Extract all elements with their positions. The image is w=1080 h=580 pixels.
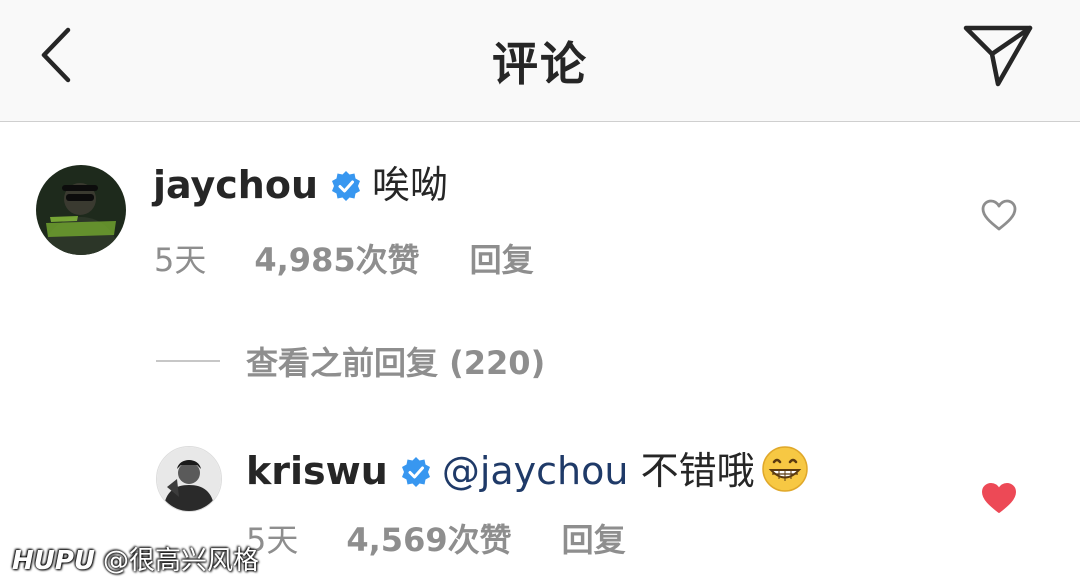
view-previous-replies[interactable]: 查看之前回复 (220) [156,338,545,384]
avatar-image [36,165,126,255]
watermark-brand: HUPU [12,546,96,576]
grinning-face-icon [761,445,809,493]
divider-line [156,360,220,362]
avatar-jaychou[interactable] [36,165,126,255]
comment-username[interactable]: jaychou [153,163,318,207]
comment-1-body: jaychou 唉呦 [153,163,448,207]
verified-badge-icon [330,167,362,201]
comment-time: 5天 [154,241,207,279]
heart-outline-icon [981,199,1017,231]
comment-text: 唉呦 [372,163,449,207]
share-button[interactable] [962,22,1034,88]
like-button[interactable] [980,481,1018,519]
comment-likes[interactable]: 4,985次赞 [254,235,419,281]
watermark-handle: @很高兴风格 [103,546,260,576]
comment-2-meta: 5天 4,569次赞 回复 [246,515,626,561]
reply-button[interactable]: 回复 [562,515,626,561]
reply-button[interactable]: 回复 [470,235,534,281]
comment-1-meta: 5天 4,985次赞 回复 [154,235,534,281]
verified-badge-icon [400,453,432,487]
heart-filled-icon [982,483,1016,513]
view-previous-label: 查看之前回复 (220) [246,344,546,382]
comment-2-body: kriswu @jaychou 不错哦 [246,445,809,493]
mention-link[interactable]: @jaychou [442,449,629,493]
watermark: HUPU @很高兴风格 [12,540,259,577]
page-title: 评论 [492,37,588,91]
like-button[interactable] [980,198,1018,236]
avatar-image [157,447,221,511]
comment-username[interactable]: kriswu [246,449,388,493]
top-bar: 评论 [0,0,1080,122]
comment-text: 不错哦 [640,449,755,493]
paper-plane-icon [963,25,1033,87]
comment-likes[interactable]: 4,569次赞 [346,515,511,561]
avatar-kriswu[interactable] [156,446,222,512]
